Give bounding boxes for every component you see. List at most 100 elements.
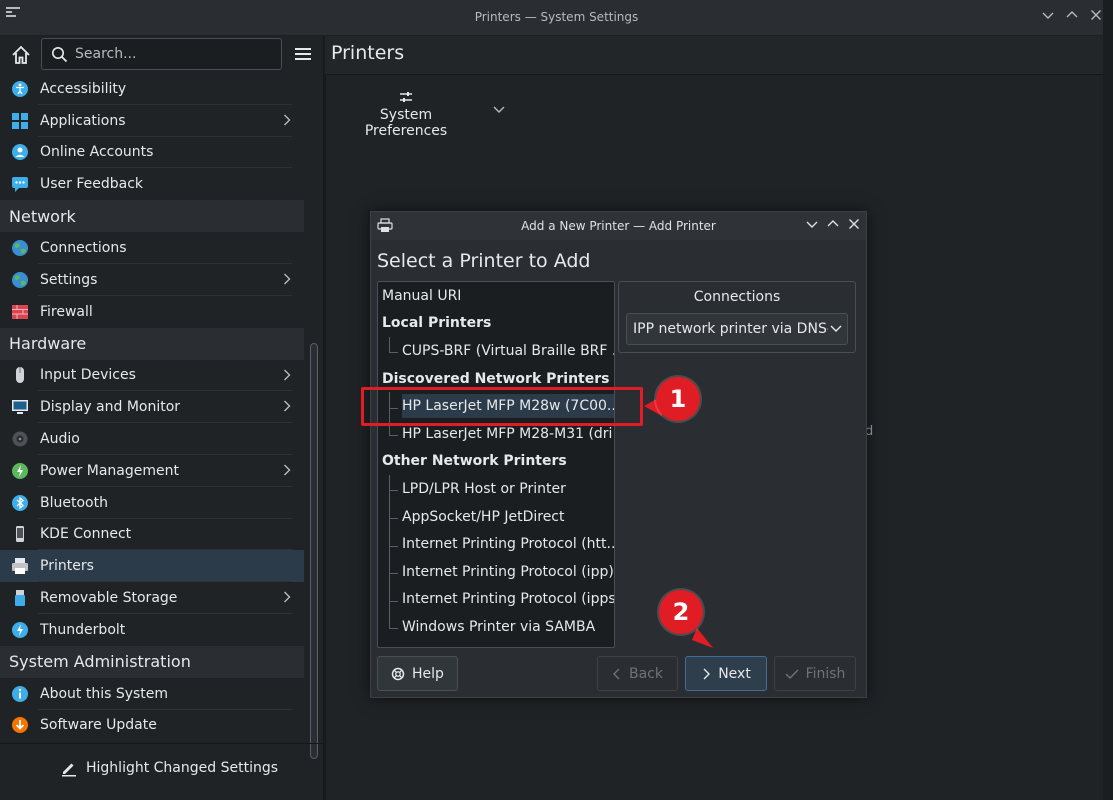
printer-tree-list[interactable]: Manual URI Local Printers CUPS-BRF (Virtua…	[377, 281, 615, 648]
highlight-changed-settings-label: Highlight Changed Settings	[86, 760, 279, 776]
chevron-down-icon	[830, 325, 842, 332]
search-icon	[52, 47, 68, 63]
sidebar-item-user-feedback[interactable]: User Feedback	[0, 168, 304, 200]
chevron-down-icon[interactable]	[493, 105, 505, 115]
printer-option-internet-printing-protocol-htt[interactable]: Internet Printing Protocol (htt...	[378, 530, 614, 558]
close-button[interactable]	[1089, 8, 1103, 22]
sidebar-item-removable-storage[interactable]: Removable Storage	[0, 582, 304, 614]
sidebar-item-accessibility[interactable]: Accessibility	[0, 73, 304, 105]
sidebar-item-display-and-monitor[interactable]: Display and Monitor	[0, 391, 304, 423]
sidebar-item-printers[interactable]: Printers	[0, 550, 304, 583]
printer-list-label: Internet Printing Protocol (htt...	[402, 536, 614, 553]
sidebar-item-label: Settings	[40, 271, 98, 288]
sidebar-item-label: Connections	[40, 240, 127, 257]
sidebar-item-online-accounts[interactable]: Online Accounts	[0, 137, 304, 169]
close-icon[interactable]	[848, 218, 860, 230]
search-input[interactable]	[75, 43, 275, 65]
mouse-icon	[10, 365, 30, 385]
printer-option-windows-printer-via-samba[interactable]: Windows Printer via SAMBA	[378, 613, 614, 641]
printer-option-lpd-lpr-host-or-printer[interactable]: LPD/LPR Host or Printer	[378, 475, 614, 503]
connections-group: Connections IPP network printer via DNS-…	[618, 281, 856, 353]
sidebar-item-label: Online Accounts	[40, 144, 154, 161]
pencil-icon	[62, 763, 76, 777]
finish-label: Finish	[805, 665, 846, 682]
checkmark-icon	[785, 669, 799, 679]
highlight-changed-settings-button[interactable]: Highlight Changed Settings	[60, 759, 278, 777]
sidebar: Accessibility Applications Online Accounts…	[0, 36, 324, 800]
sidebar-item-label: Printers	[40, 558, 94, 575]
next-button[interactable]: Next	[685, 656, 767, 691]
sidebar-item-power-management[interactable]: Power Management	[0, 455, 304, 487]
sidebar-item-applications[interactable]: Applications	[0, 105, 304, 137]
sidebar-item-label: Thunderbolt	[40, 621, 126, 638]
printer-list-label: Discovered Network Printers	[382, 370, 610, 387]
connection-select[interactable]: IPP network printer via DNS-S	[626, 313, 848, 345]
dialog-title: Add a New Printer — Add Printer	[521, 219, 716, 233]
sidebar-item-bluetooth[interactable]: Bluetooth	[0, 487, 304, 519]
sidebar-scrollbar[interactable]	[310, 343, 318, 759]
printer-option-manual-uri[interactable]: Manual URI	[378, 282, 614, 310]
chevron-right-icon	[283, 400, 291, 416]
chevron-down-icon	[1042, 12, 1054, 19]
system-preferences-button[interactable]: System Preferences	[341, 89, 505, 139]
sidebar-item-about-this-system[interactable]: About this System	[0, 678, 304, 710]
sliders-icon	[400, 92, 412, 102]
sidebar-item-kde-connect[interactable]: KDE Connect	[0, 519, 304, 551]
printer-group-local-printers: Local Printers	[378, 310, 614, 338]
search-field[interactable]	[41, 38, 282, 70]
printer-list-label: Other Network Printers	[382, 453, 567, 470]
sidebar-item-software-update[interactable]: Software Update	[0, 710, 304, 742]
sidebar-toolbar	[0, 36, 324, 73]
globe-icon	[10, 238, 30, 258]
printer-option-cups-brf-virtual-braille-brf[interactable]: CUPS-BRF (Virtual Braille BRF ...	[378, 337, 614, 365]
sidebar-item-settings[interactable]: Settings	[0, 264, 304, 296]
finish-button[interactable]: Finish	[774, 656, 856, 691]
maximize-button[interactable]	[1065, 8, 1079, 22]
speaker-icon	[10, 429, 30, 449]
chevron-up-icon[interactable]	[827, 218, 839, 230]
sidebar-item-label: Power Management	[40, 462, 180, 479]
next-label: Next	[718, 665, 751, 682]
chevron-left-icon	[613, 668, 620, 679]
printer-option-appsocket-hp-jetdirect[interactable]: AppSocket/HP JetDirect	[378, 502, 614, 531]
chevron-down-icon[interactable]	[806, 218, 818, 230]
sidebar-item-label: Input Devices	[40, 367, 136, 384]
home-icon[interactable]	[10, 44, 32, 66]
sidebar-footer: Highlight Changed Settings	[0, 743, 324, 800]
sidebar-item-input-devices[interactable]: Input Devices	[0, 360, 304, 392]
power-icon	[10, 461, 30, 481]
dialog-heading: Select a Printer to Add	[377, 250, 591, 272]
chevron-right-icon	[283, 273, 291, 289]
chevron-right-icon	[283, 369, 291, 385]
minimize-button[interactable]	[1041, 8, 1055, 22]
globe-icon	[10, 270, 30, 290]
printer-list-label: Internet Printing Protocol (ipps)	[402, 591, 614, 608]
sidebar-item-label: Bluetooth	[40, 494, 108, 511]
usb-icon	[10, 588, 30, 608]
chevron-right-icon	[283, 114, 291, 130]
printer-option-internet-printing-protocol-ipps[interactable]: Internet Printing Protocol (ipps)	[378, 585, 614, 614]
user-feedback-icon	[10, 174, 30, 194]
sidebar-item-thunderbolt[interactable]: Thunderbolt	[0, 614, 304, 646]
annotation-badge-1: 1	[656, 377, 700, 421]
chevron-right-icon	[283, 464, 291, 480]
update-icon	[10, 715, 30, 735]
sidebar-item-connections[interactable]: Connections	[0, 232, 304, 264]
sidebar-item-firewall[interactable]: Firewall	[0, 296, 304, 328]
sidebar-item-audio[interactable]: Audio	[0, 423, 304, 455]
window-title: Printers — System Settings	[474, 10, 639, 24]
hamburger-menu-icon[interactable]	[293, 45, 313, 63]
close-icon	[1091, 10, 1101, 20]
sidebar-item-label: Audio	[40, 431, 80, 448]
printer-option-internet-printing-protocol-ipp[interactable]: Internet Printing Protocol (ipp)	[378, 557, 614, 586]
window-edge	[1103, 0, 1113, 800]
back-button[interactable]: Back	[597, 656, 678, 691]
sidebar-item-label: Removable Storage	[40, 590, 178, 607]
applications-icon	[10, 111, 30, 131]
printer-list-label: LPD/LPR Host or Printer	[402, 480, 566, 497]
sidebar-category-network: Network	[0, 200, 304, 233]
printer-group-other-network-printers: Other Network Printers	[378, 448, 614, 476]
help-button[interactable]: Help	[377, 656, 458, 691]
info-icon	[10, 684, 30, 704]
sidebar-category-system-administration: System Administration	[0, 645, 304, 678]
